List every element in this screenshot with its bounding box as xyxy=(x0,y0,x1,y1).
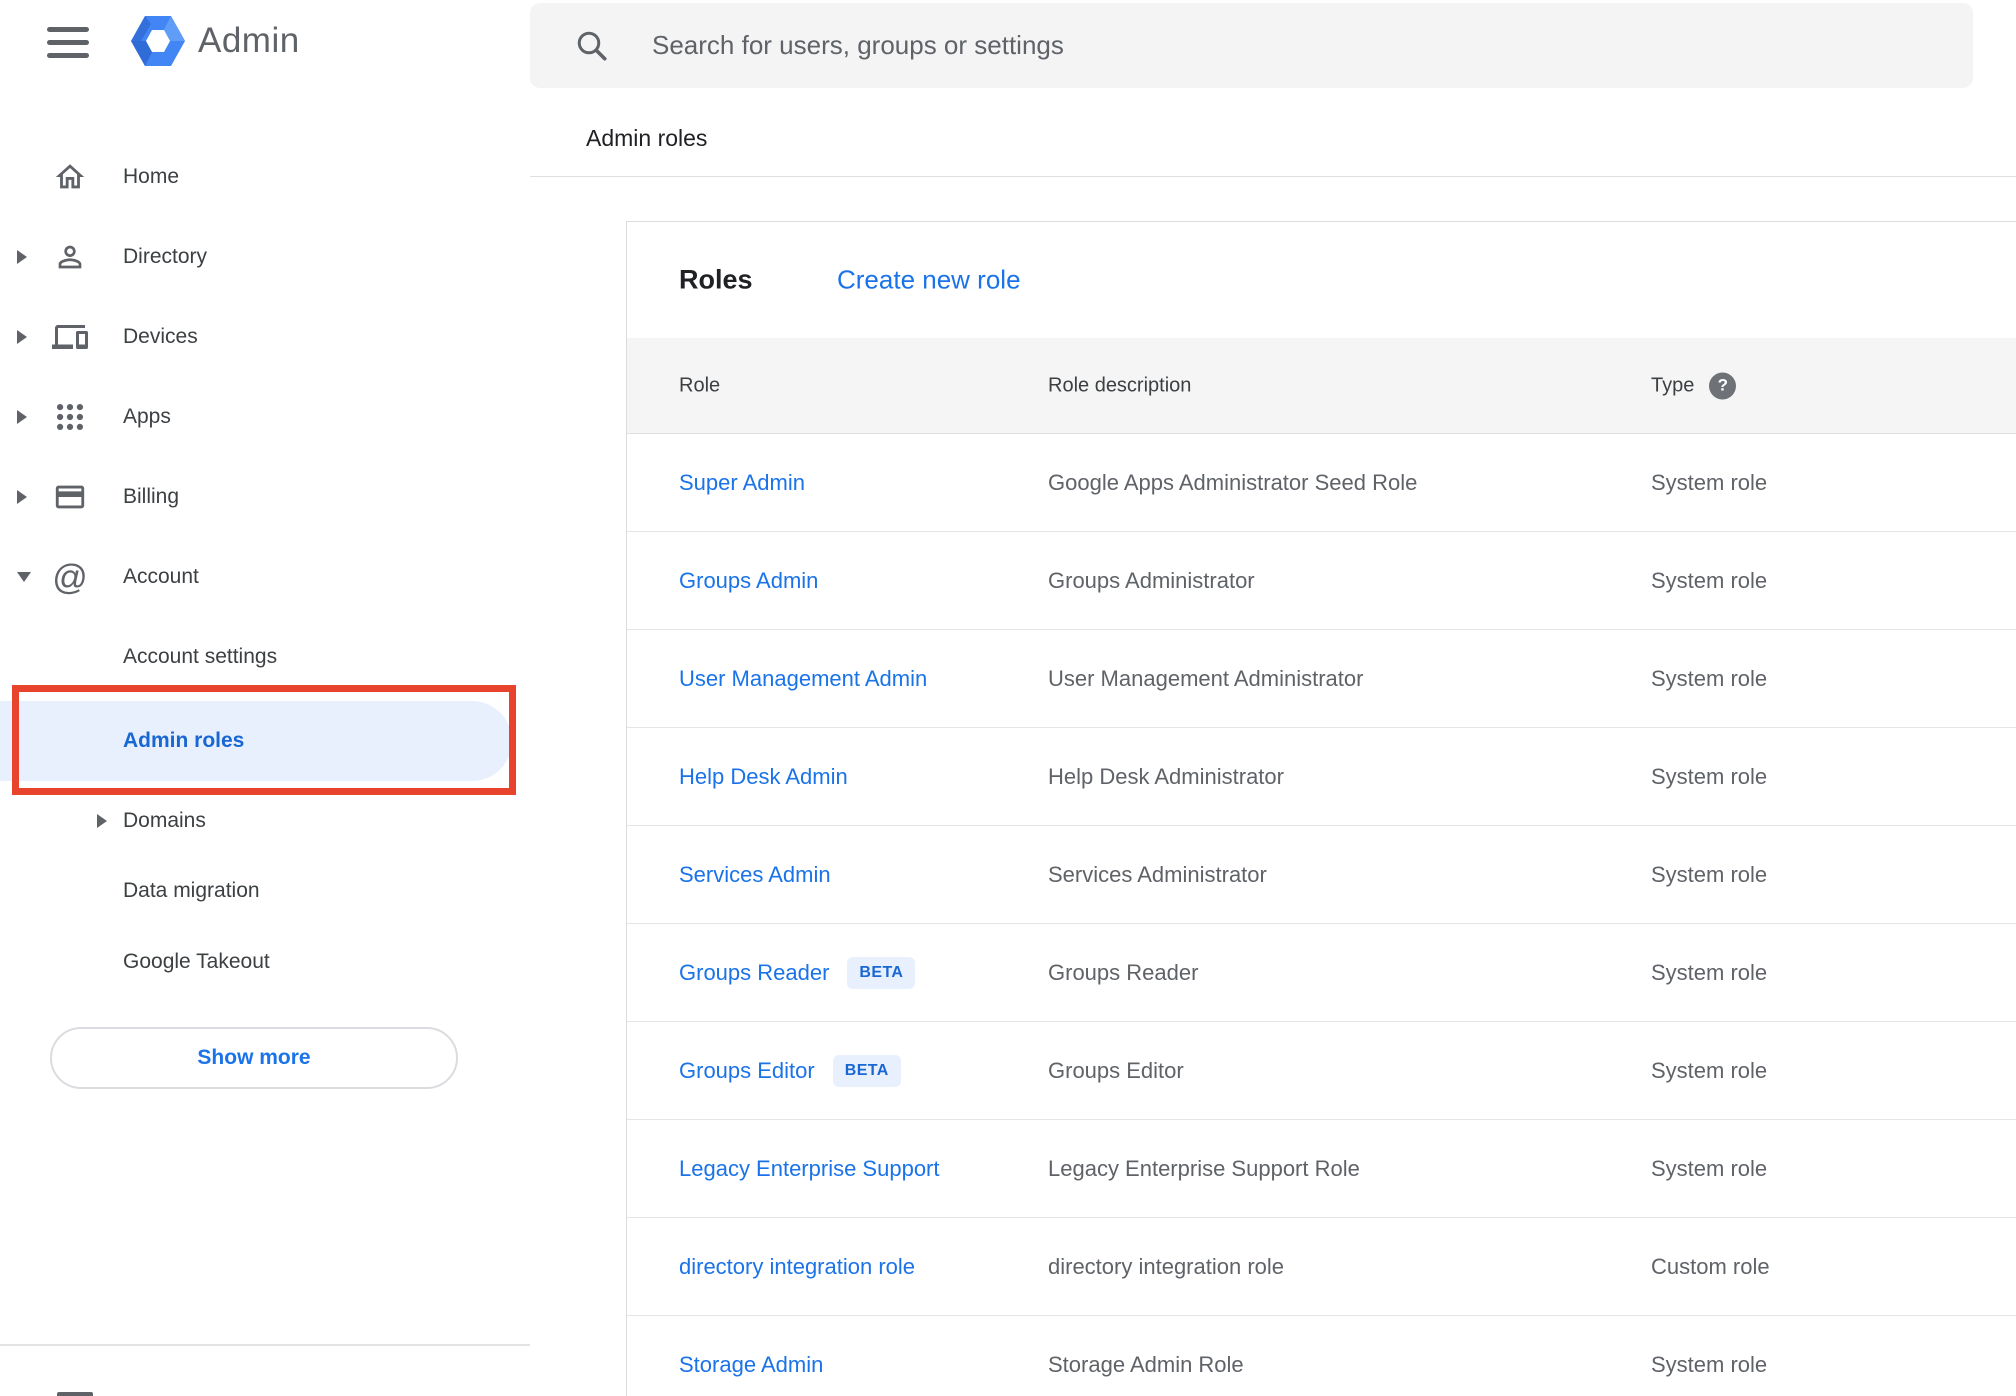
role-type: System role xyxy=(1651,1155,1768,1181)
sidebar-item-label: Data migration xyxy=(123,879,260,902)
table-row: Legacy Enterprise Support Legacy Enterpri… xyxy=(627,1120,2016,1218)
roles-table-body: Super Admin Google Apps Administrator See… xyxy=(627,434,2016,1396)
sidebar-item-label: Directory xyxy=(123,245,208,268)
collapse-arrow-icon[interactable] xyxy=(17,572,31,582)
sidebar-item-admin-roles[interactable]: Admin roles xyxy=(0,701,512,781)
beta-badge: BETA xyxy=(832,1054,901,1087)
beta-badge: BETA xyxy=(847,956,916,989)
sidebar-item-label: Billing xyxy=(123,485,180,508)
table-row: Services Admin Services Administrator Syst… xyxy=(627,826,2016,924)
table-header-row: Role Role description Type ? xyxy=(627,338,2016,434)
role-link[interactable]: User Management Admin xyxy=(679,666,927,692)
admin-console-page: Admin Search for users, groups or settin… xyxy=(0,0,2016,1396)
role-link[interactable]: Groups Reader xyxy=(679,960,829,986)
column-header-role-description: Role description xyxy=(1048,374,1192,396)
role-type: Custom role xyxy=(1651,1253,1770,1279)
role-description: Legacy Enterprise Support Role xyxy=(1048,1155,1360,1181)
sidebar-item-label: Apps xyxy=(123,405,171,428)
sidebar-item-account[interactable]: @ Account xyxy=(0,537,512,617)
sidebar-item-directory[interactable]: Directory xyxy=(0,217,512,297)
sidebar-item-label: Home xyxy=(123,165,180,188)
app-title: Admin xyxy=(198,21,300,60)
role-link[interactable]: Help Desk Admin xyxy=(679,764,848,790)
expand-arrow-icon[interactable] xyxy=(97,814,107,828)
role-description: Services Administrator xyxy=(1048,861,1267,887)
role-type: System role xyxy=(1651,469,1768,495)
role-description: User Management Administrator xyxy=(1048,665,1364,691)
sidebar-item-label: Admin roles xyxy=(123,729,245,752)
header-divider xyxy=(530,176,2016,177)
role-link[interactable]: Groups Editor xyxy=(679,1058,815,1084)
sidebar-item-account-settings[interactable]: Account settings xyxy=(0,617,512,697)
sidebar-item-label: Devices xyxy=(123,325,198,348)
sidebar-item-data-migration[interactable]: Data migration xyxy=(0,851,512,931)
role-type: System role xyxy=(1651,567,1768,593)
at-sign-icon: @ xyxy=(52,557,88,597)
expand-arrow-icon[interactable] xyxy=(17,410,27,424)
role-link[interactable]: directory integration role xyxy=(679,1254,915,1280)
role-type: System role xyxy=(1651,861,1768,887)
role-link[interactable]: Services Admin xyxy=(679,862,831,888)
table-row: directory integration role directory inte… xyxy=(627,1218,2016,1316)
apps-grid-icon xyxy=(52,399,88,435)
role-link[interactable]: Groups Admin xyxy=(679,568,818,594)
hamburger-menu-icon[interactable] xyxy=(47,27,89,58)
sidebar-item-label: Google Takeout xyxy=(123,950,270,973)
role-link[interactable]: Super Admin xyxy=(679,470,805,496)
role-description: directory integration role xyxy=(1048,1253,1285,1279)
sidebar-item-label: Account settings xyxy=(123,645,278,668)
expand-arrow-icon[interactable] xyxy=(17,330,27,344)
role-description: Groups Reader xyxy=(1048,959,1199,985)
devices-icon xyxy=(52,319,88,355)
role-type: System role xyxy=(1651,1057,1768,1083)
search-placeholder: Search for users, groups or settings xyxy=(652,30,1064,60)
roles-card: Roles Create new role Role Role descript… xyxy=(626,221,2016,1396)
sidebar-item-home[interactable]: Home xyxy=(0,137,512,217)
sidebar-divider xyxy=(0,1344,530,1346)
sidebar-item-apps[interactable]: Apps xyxy=(0,377,512,457)
table-row: Groups Reader BETA Groups Reader System rol… xyxy=(627,924,2016,1022)
column-header-type: Type ? xyxy=(1651,372,1737,399)
sidebar-item-label: Domains xyxy=(123,809,206,832)
credit-card-icon xyxy=(52,479,88,515)
role-type: System role xyxy=(1651,1351,1768,1377)
breadcrumb: Admin roles xyxy=(586,125,708,151)
role-description: Help Desk Administrator xyxy=(1048,763,1284,789)
role-type: System role xyxy=(1651,763,1768,789)
sidebar-item-devices[interactable]: Devices xyxy=(0,297,512,377)
person-icon xyxy=(52,239,88,275)
sidebar-item-google-takeout[interactable]: Google Takeout xyxy=(0,922,512,1002)
cutoff-sidebar-icon xyxy=(57,1392,93,1396)
admin-logo-icon xyxy=(127,10,189,72)
expand-arrow-icon[interactable] xyxy=(17,490,27,504)
role-link[interactable]: Storage Admin xyxy=(679,1352,823,1378)
role-type: System role xyxy=(1651,959,1768,985)
sidebar-item-billing[interactable]: Billing xyxy=(0,457,512,537)
table-row: Groups Admin Groups Administrator System r… xyxy=(627,532,2016,630)
column-header-role: Role xyxy=(679,374,721,396)
roles-card-header: Roles Create new role xyxy=(627,222,2016,338)
role-description: Storage Admin Role xyxy=(1048,1351,1244,1377)
search-input[interactable]: Search for users, groups or settings xyxy=(530,3,1973,88)
role-description: Google Apps Administrator Seed Role xyxy=(1048,469,1418,495)
role-link[interactable]: Legacy Enterprise Support xyxy=(679,1156,940,1182)
search-icon xyxy=(574,28,610,64)
table-row: Storage Admin Storage Admin Role System ro… xyxy=(627,1316,2016,1396)
table-row: Help Desk Admin Help Desk Administrator Sy… xyxy=(627,728,2016,826)
sidebar-item-label: Account xyxy=(123,565,199,588)
table-row: Super Admin Google Apps Administrator See… xyxy=(627,434,2016,532)
home-icon xyxy=(52,159,88,195)
sidebar-item-domains[interactable]: Domains xyxy=(0,781,512,861)
show-more-button[interactable]: Show more xyxy=(50,1027,458,1089)
expand-arrow-icon[interactable] xyxy=(17,250,27,264)
role-type: System role xyxy=(1651,665,1768,691)
card-title: Roles xyxy=(679,264,753,295)
role-description: Groups Administrator xyxy=(1048,567,1255,593)
role-description: Groups Editor xyxy=(1048,1057,1184,1083)
table-row: Groups Editor BETA Groups Editor System rol… xyxy=(627,1022,2016,1120)
help-icon[interactable]: ? xyxy=(1709,372,1737,399)
table-row: User Management Admin User Management Adm… xyxy=(627,630,2016,728)
create-new-role-link[interactable]: Create new role xyxy=(837,265,1021,296)
